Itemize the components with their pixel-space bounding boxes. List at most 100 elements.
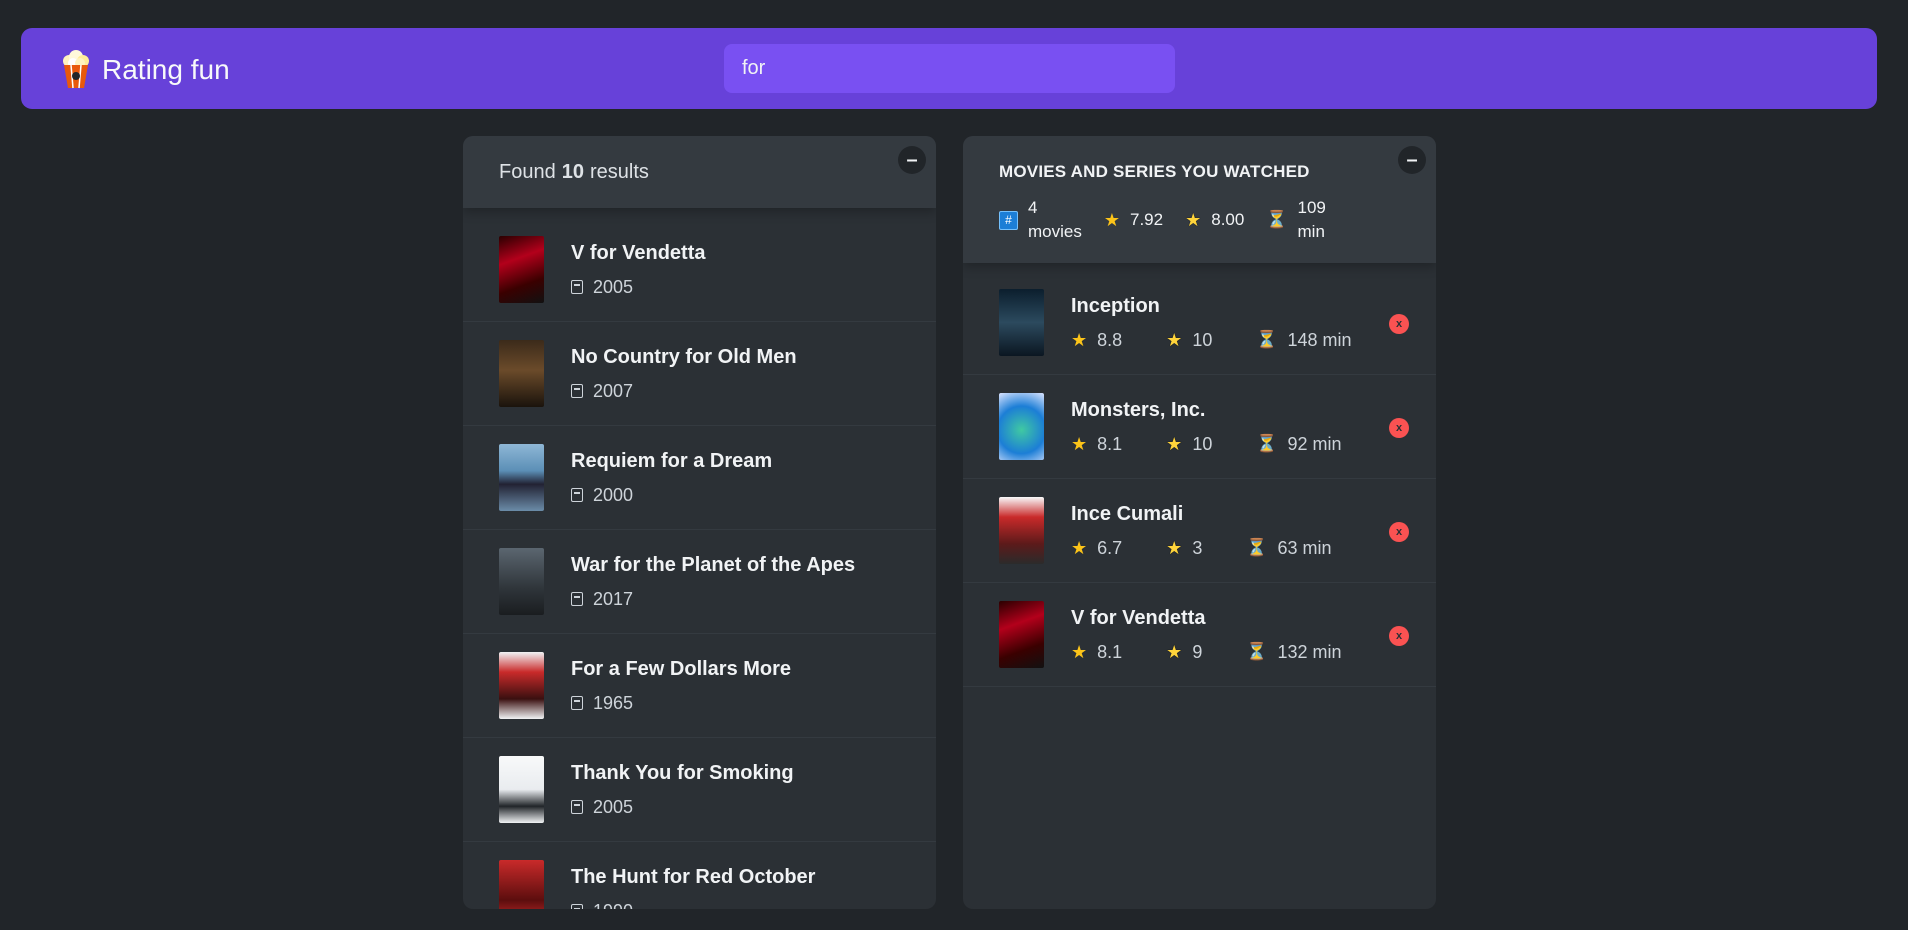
watched-collapse-button[interactable]: – bbox=[1398, 146, 1426, 174]
watched-summary: MOVIES AND SERIES YOU WATCHED # 4 movies… bbox=[963, 136, 1436, 263]
result-year: 2005 bbox=[593, 276, 634, 297]
watched-list: Inception ★ 8.8 ★ 10 ⏳ 148 min x Monsters, Inc. ★… bbox=[963, 263, 1436, 687]
watched-imdb-rating: 8.1 bbox=[1097, 641, 1123, 662]
watched-runtime: 92 min bbox=[1287, 433, 1342, 454]
movie-poster bbox=[499, 652, 544, 719]
result-item[interactable]: War for the Planet of the Apes 2017 bbox=[463, 530, 936, 634]
hourglass-icon: ⏳ bbox=[1246, 538, 1268, 557]
watched-title: V for Vendetta bbox=[1071, 606, 1206, 629]
star-icon: ★ bbox=[1071, 329, 1088, 350]
results-suffix: results bbox=[589, 160, 649, 183]
navbar: Rating fun bbox=[21, 28, 1877, 109]
results-list: V for Vendetta 2005 No Country for Old Men… bbox=[463, 208, 936, 909]
hourglass-icon: ⏳ bbox=[1256, 330, 1278, 349]
result-year: 1965 bbox=[593, 692, 634, 713]
movie-poster bbox=[999, 289, 1044, 356]
result-year: 2007 bbox=[593, 380, 634, 401]
watched-user-rating: 3 bbox=[1192, 537, 1203, 558]
movie-poster bbox=[999, 601, 1044, 668]
stat-avg-user: ★ 8.00 bbox=[1185, 210, 1244, 231]
movie-poster bbox=[999, 497, 1044, 564]
watched-item: Ince Cumali ★ 6.7 ★ 3 ⏳ 63 min x bbox=[963, 479, 1436, 583]
watched-runtime: 132 min bbox=[1277, 641, 1342, 662]
calendar-icon bbox=[571, 384, 583, 398]
movie-poster bbox=[499, 340, 544, 407]
stat-avg-runtime: ⏳ 109 min bbox=[1266, 196, 1326, 244]
search-input[interactable] bbox=[724, 44, 1175, 93]
hourglass-icon: ⏳ bbox=[1266, 210, 1288, 229]
popcorn-icon bbox=[63, 50, 89, 89]
hourglass-icon: ⏳ bbox=[1246, 642, 1268, 661]
result-item[interactable]: For a Few Dollars More 1965 bbox=[463, 634, 936, 738]
result-title: War for the Planet of the Apes bbox=[571, 553, 856, 576]
stat-avg-user-value: 8.00 bbox=[1211, 210, 1245, 229]
result-year: 2005 bbox=[593, 796, 634, 817]
hash-icon: # bbox=[999, 210, 1018, 230]
result-year: 2017 bbox=[593, 588, 634, 609]
watched-item: Monsters, Inc. ★ 8.1 ★ 10 ⏳ 92 min x bbox=[963, 375, 1436, 479]
user-star-icon: ★ bbox=[1166, 433, 1183, 454]
movie-poster bbox=[499, 444, 544, 511]
watched-summary-title: MOVIES AND SERIES YOU WATCHED bbox=[999, 162, 1310, 181]
calendar-icon bbox=[571, 280, 583, 294]
calendar-icon bbox=[571, 696, 583, 710]
result-year: 2000 bbox=[593, 484, 634, 505]
hourglass-icon: ⏳ bbox=[1256, 434, 1278, 453]
result-title: V for Vendetta bbox=[571, 241, 706, 264]
result-item[interactable]: Requiem for a Dream 2000 bbox=[463, 426, 936, 530]
result-item[interactable]: No Country for Old Men 2007 bbox=[463, 322, 936, 426]
results-header: Found 10 results bbox=[463, 136, 936, 208]
stat-count: # 4 movies bbox=[999, 196, 1082, 244]
movie-poster bbox=[499, 236, 544, 303]
watched-user-rating: 9 bbox=[1192, 641, 1203, 662]
delete-watched-button[interactable]: x bbox=[1389, 626, 1409, 646]
calendar-icon bbox=[571, 592, 583, 606]
user-star-icon: ★ bbox=[1166, 537, 1183, 558]
watched-runtime: 63 min bbox=[1277, 537, 1332, 558]
stat-runtime-unit: min bbox=[1297, 222, 1325, 241]
result-title: The Hunt for Red October bbox=[571, 865, 816, 888]
watched-item: V for Vendetta ★ 8.1 ★ 9 ⏳ 132 min x bbox=[963, 583, 1436, 687]
user-star-icon: ★ bbox=[1166, 641, 1183, 662]
watched-user-rating: 10 bbox=[1192, 329, 1213, 350]
star-icon: ★ bbox=[1071, 433, 1088, 454]
calendar-icon bbox=[571, 904, 583, 909]
user-star-icon: ★ bbox=[1185, 209, 1202, 230]
result-item[interactable]: V for Vendetta 2005 bbox=[463, 218, 936, 322]
stat-avg-imdb: ★ 7.92 bbox=[1104, 210, 1163, 231]
stat-avg-runtime-value: 109 bbox=[1297, 198, 1326, 217]
stat-count-unit: movies bbox=[1028, 222, 1082, 241]
delete-watched-button[interactable]: x bbox=[1389, 314, 1409, 334]
movie-poster bbox=[499, 756, 544, 823]
result-year: 1990 bbox=[593, 901, 633, 910]
result-item[interactable]: The Hunt for Red October 1990 bbox=[463, 842, 936, 909]
watched-user-rating: 10 bbox=[1192, 433, 1213, 454]
result-item[interactable]: Thank You for Smoking 2005 bbox=[463, 738, 936, 842]
movie-poster bbox=[499, 548, 544, 615]
delete-watched-button[interactable]: x bbox=[1389, 522, 1409, 542]
search-results-box: – Found 10 results V for Vendetta 2005 No … bbox=[463, 136, 936, 909]
logo: Rating fun bbox=[60, 50, 230, 90]
watched-title: Monsters, Inc. bbox=[1071, 398, 1206, 421]
star-icon: ★ bbox=[1071, 537, 1088, 558]
stat-count-value: 4 bbox=[1028, 198, 1038, 217]
app-title: Rating fun bbox=[102, 54, 230, 85]
result-title: For a Few Dollars More bbox=[571, 657, 792, 680]
calendar-icon bbox=[571, 488, 583, 502]
movie-poster bbox=[499, 860, 544, 909]
watched-title: Ince Cumali bbox=[1071, 502, 1184, 525]
results-count: 10 bbox=[561, 160, 584, 183]
results-prefix: Found bbox=[499, 160, 556, 183]
user-star-icon: ★ bbox=[1166, 329, 1183, 350]
calendar-icon bbox=[571, 800, 583, 814]
watched-title: Inception bbox=[1071, 294, 1160, 317]
results-collapse-button[interactable]: – bbox=[898, 146, 926, 174]
watched-imdb-rating: 8.8 bbox=[1097, 329, 1123, 350]
star-icon: ★ bbox=[1071, 641, 1088, 662]
stat-avg-imdb-value: 7.92 bbox=[1130, 210, 1164, 229]
star-icon: ★ bbox=[1103, 209, 1120, 230]
result-title: Thank You for Smoking bbox=[571, 761, 794, 784]
watched-imdb-rating: 8.1 bbox=[1097, 433, 1123, 454]
watched-item: Inception ★ 8.8 ★ 10 ⏳ 148 min x bbox=[963, 271, 1436, 375]
delete-watched-button[interactable]: x bbox=[1389, 418, 1409, 438]
